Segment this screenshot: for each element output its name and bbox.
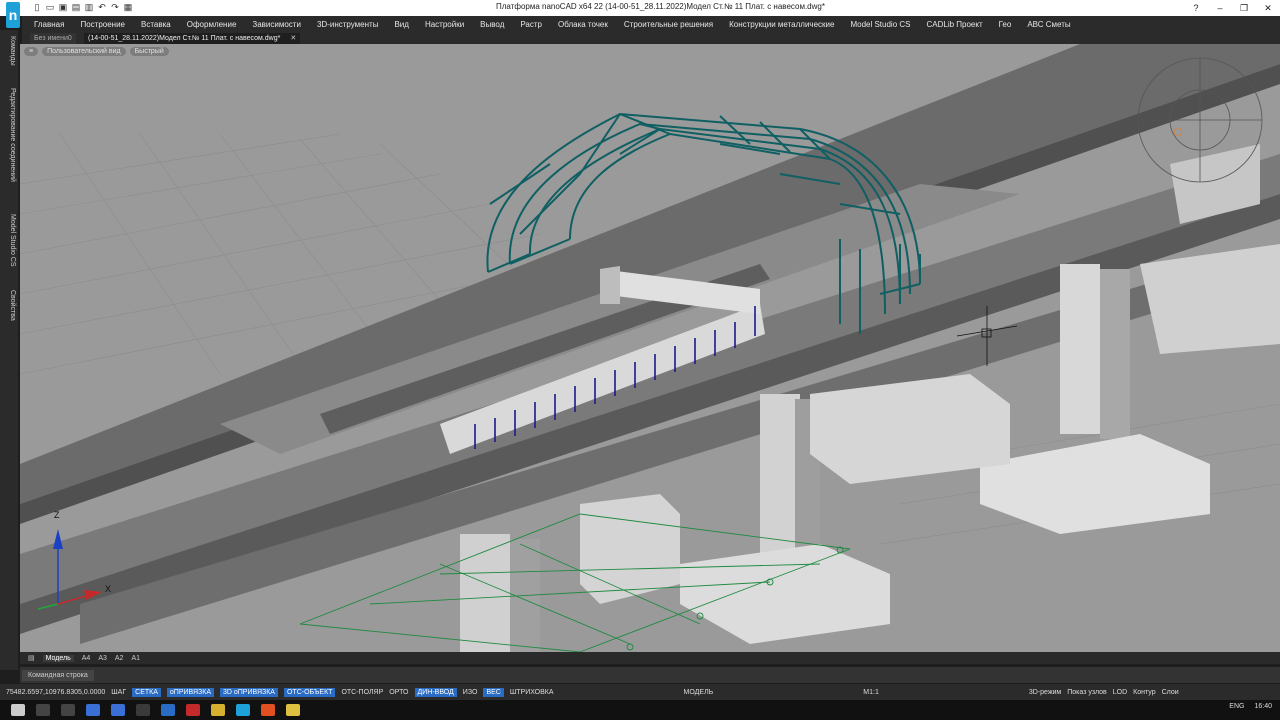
system-tray: ENG 16:40 xyxy=(1229,703,1272,710)
axis-x-label: X xyxy=(105,584,111,594)
app-icon[interactable] xyxy=(86,704,100,716)
menu-item[interactable]: Конструкции металлические xyxy=(729,20,834,29)
visual-style-button[interactable]: Быстрый xyxy=(129,47,169,56)
layout-tabs: ▤ Модель A4 A3 A2 A1 xyxy=(20,652,1280,664)
sidebar-tab-commands[interactable]: Команды xyxy=(2,36,16,66)
menu-item[interactable]: 3D-инструменты xyxy=(317,20,379,29)
tab-a4[interactable]: A4 xyxy=(82,655,91,662)
command-line-label: Командная строка xyxy=(22,670,94,681)
menu-item[interactable]: Гео xyxy=(999,20,1012,29)
redo-icon[interactable]: ↷ xyxy=(110,2,120,13)
quick-access-toolbar: ▯ ▭ ▣ ▤ ▥ ↶ ↷ ▦ xyxy=(32,2,133,14)
open-file-icon[interactable]: ▭ xyxy=(45,2,55,13)
layers-toggle[interactable]: Слои xyxy=(1162,689,1179,696)
clock[interactable]: 16:40 xyxy=(1254,703,1272,710)
folder-icon[interactable] xyxy=(211,704,225,716)
command-line[interactable]: Командная строка xyxy=(20,667,1280,683)
new-file-icon[interactable]: ▯ xyxy=(32,2,42,13)
menu-item[interactable]: Зависимости xyxy=(252,20,301,29)
save-icon[interactable]: ▣ xyxy=(58,2,68,13)
menu-item[interactable]: Model Studio CS xyxy=(850,20,910,29)
tab-a3[interactable]: A3 xyxy=(98,655,107,662)
sidebar-tab-properties[interactable]: Свойства xyxy=(2,290,16,321)
toggle-hatch[interactable]: ШТРИХОВКА xyxy=(510,689,554,696)
ribbon-menu: Главная Построение Вставка Оформление За… xyxy=(22,16,1280,32)
close-button[interactable]: ✕ xyxy=(1256,0,1280,16)
toggle-otrack[interactable]: ОТС-ОБЪЕКТ xyxy=(283,687,336,697)
toggle-3d-osnap[interactable]: 3D оПРИВЯЗКА xyxy=(219,687,278,697)
restore-button[interactable]: ❐ xyxy=(1232,0,1256,16)
window-controls: ? – ❐ ✕ xyxy=(1184,0,1280,16)
menu-item[interactable]: Вид xyxy=(394,20,408,29)
tab-a1[interactable]: A1 xyxy=(131,655,140,662)
menu-item[interactable]: Главная xyxy=(34,20,64,29)
toggle-osnap[interactable]: оПРИВЯЗКА xyxy=(166,687,214,697)
menu-item[interactable]: Настройки xyxy=(425,20,464,29)
print2-icon[interactable]: ▦ xyxy=(123,2,133,13)
menu-item[interactable]: Вывод xyxy=(480,20,504,29)
menu-item[interactable]: Облака точек xyxy=(558,20,608,29)
language-indicator[interactable]: ENG xyxy=(1229,703,1244,710)
tab-unnamed[interactable]: Без имени0 xyxy=(30,33,76,44)
windows-start-icon[interactable] xyxy=(11,704,25,716)
save-as-icon[interactable]: ▤ xyxy=(71,2,81,13)
nanocad-icon[interactable] xyxy=(236,704,250,716)
help-button[interactable]: ? xyxy=(1184,0,1208,16)
drawing-viewport[interactable]: ≡ Пользовательский вид Быстрый Z X xyxy=(20,44,1280,652)
model-space-label[interactable]: МОДЕЛЬ xyxy=(684,689,714,696)
search-icon[interactable] xyxy=(36,704,50,716)
title-bar: ▯ ▭ ▣ ▤ ▥ ↶ ↷ ▦ Платформа nanoCAD x64 22… xyxy=(0,0,1280,16)
sidebar-tab-connections[interactable]: Редактирование соединений xyxy=(2,88,16,182)
toggle-dyn[interactable]: ДИН-ВВОД xyxy=(414,687,457,697)
status-bar: 75482.6597,10976.8305,0.0000 ШАГ СЕТКА о… xyxy=(0,684,1280,700)
undo-icon[interactable]: ↶ xyxy=(97,2,107,13)
toggle-polar[interactable]: ОТС-ПОЛЯР xyxy=(341,689,383,696)
tab-model[interactable]: Модель xyxy=(42,654,74,662)
side-panel-tabs: Команды Редактирование соединений Model … xyxy=(0,30,18,670)
browser-icon[interactable] xyxy=(286,704,300,716)
menu-item[interactable]: Вставка xyxy=(141,20,171,29)
menu-item[interactable]: Строительные решения xyxy=(624,20,713,29)
toggle-snap[interactable]: ШАГ xyxy=(111,689,126,696)
toggle-grid[interactable]: СЕТКА xyxy=(132,687,161,697)
app-logo-icon[interactable]: n xyxy=(6,2,20,28)
view-controls: ≡ Пользовательский вид Быстрый xyxy=(24,47,169,56)
close-tab-icon[interactable]: ✕ xyxy=(290,35,296,42)
annotation-scale[interactable]: M1:1 xyxy=(863,689,879,696)
contour-toggle[interactable]: Контур xyxy=(1133,689,1155,696)
axis-z-label: Z xyxy=(54,510,60,520)
toggle-lineweight[interactable]: ВЕС xyxy=(483,687,504,697)
app-icon[interactable] xyxy=(161,704,175,716)
model-3d-scene: Z X xyxy=(20,44,1280,652)
toggle-iso[interactable]: ИЗО xyxy=(463,689,478,696)
lod-toggle[interactable]: LOD xyxy=(1113,689,1127,696)
document-tabs: Без имени0 (14-00-51_28.11.2022)Модел Ст… xyxy=(22,32,1280,44)
cursor-coordinates: 75482.6597,10976.8305,0.0000 xyxy=(6,688,106,696)
minimize-button[interactable]: – xyxy=(1208,0,1232,16)
app-icon[interactable] xyxy=(136,704,150,716)
3d-mode-toggle[interactable]: 3D-режим xyxy=(1029,689,1061,696)
layouts-menu-icon[interactable]: ▤ xyxy=(28,654,35,662)
menu-item[interactable]: АВС Сметы xyxy=(1027,20,1070,29)
print-icon[interactable]: ▥ xyxy=(84,2,94,13)
toggle-ortho[interactable]: ОРТО xyxy=(389,689,408,696)
menu-item[interactable]: Растр xyxy=(520,20,542,29)
app-icon[interactable] xyxy=(111,704,125,716)
menu-item[interactable]: Оформление xyxy=(187,20,237,29)
show-nodes-toggle[interactable]: Показ узлов xyxy=(1067,689,1107,696)
tab-active-drawing[interactable]: (14-00-51_28.11.2022)Модел Ст.№ 11 Плат.… xyxy=(84,33,301,44)
app-icon[interactable] xyxy=(186,704,200,716)
sidebar-tab-model-studio[interactable]: Model Studio CS xyxy=(2,214,16,267)
task-view-icon[interactable] xyxy=(61,704,75,716)
window-title: Платформа nanoCAD x64 22 (14-00-51_28.11… xyxy=(496,2,825,11)
tab-a2[interactable]: A2 xyxy=(115,655,124,662)
tab-label: (14-00-51_28.11.2022)Модел Ст.№ 11 Плат.… xyxy=(88,35,281,42)
viewport-menu-button[interactable]: ≡ xyxy=(24,47,39,56)
app-icon[interactable] xyxy=(261,704,275,716)
view-name-button[interactable]: Пользовательский вид xyxy=(42,47,126,56)
menu-item[interactable]: CADLib Проект xyxy=(926,20,982,29)
os-taskbar: ENG 16:40 xyxy=(0,700,1280,720)
menu-item[interactable]: Построение xyxy=(80,20,125,29)
